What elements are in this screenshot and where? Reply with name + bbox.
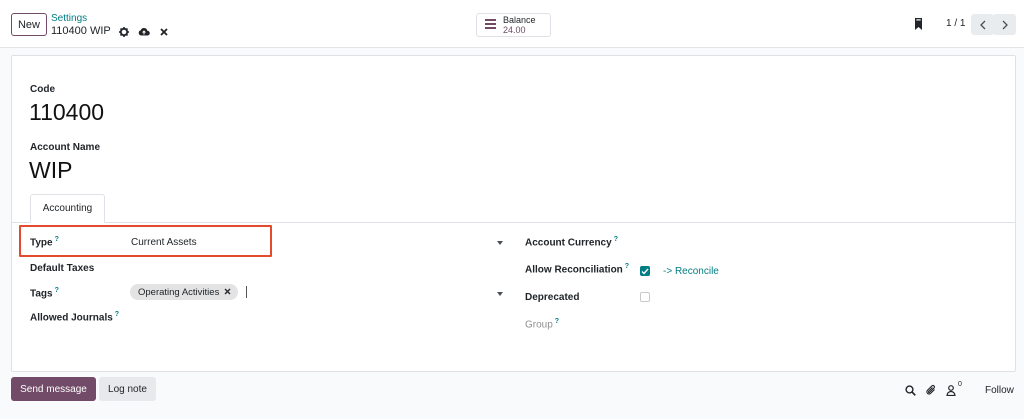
- balance-stat-button[interactable]: Balance 24.00: [476, 13, 551, 37]
- account-name-label: Account Name: [30, 142, 101, 153]
- reconcile-help-icon[interactable]: ?: [625, 263, 629, 270]
- discard-icon[interactable]: [157, 25, 171, 38]
- chevron-left-icon: [979, 20, 985, 29]
- stat-value: 24.00: [503, 25, 526, 35]
- reconcile-link[interactable]: -> Reconcile: [663, 266, 719, 277]
- deprecated-checkbox[interactable]: [640, 292, 650, 302]
- search-messages-icon[interactable]: [903, 383, 917, 397]
- log-note-button[interactable]: Log note: [99, 377, 156, 401]
- breadcrumb-settings[interactable]: Settings: [51, 13, 87, 25]
- chevron-right-icon: [1002, 20, 1008, 29]
- allowed-journals-label: Allowed Journals?: [30, 311, 120, 324]
- tag-remove-icon[interactable]: [224, 287, 231, 298]
- group-help-icon[interactable]: ?: [555, 318, 559, 325]
- type-dropdown-caret-icon[interactable]: [497, 241, 503, 245]
- tag-operating-activities: Operating Activities: [130, 284, 239, 300]
- tags-help-icon[interactable]: ?: [55, 287, 59, 294]
- followers-icon[interactable]: [944, 383, 958, 397]
- bars-icon: [485, 18, 496, 32]
- tab-accounting[interactable]: Accounting: [30, 194, 105, 223]
- checkmark-icon: [641, 268, 649, 275]
- currency-help-icon[interactable]: ?: [614, 236, 618, 243]
- form-sheet: [11, 55, 1016, 372]
- follow-button[interactable]: Follow: [985, 385, 1014, 396]
- tags-dropdown-caret-icon[interactable]: [497, 292, 503, 296]
- allow-reconciliation-label: Allow Reconciliation?: [525, 263, 630, 276]
- bookmark-icon[interactable]: [914, 18, 923, 33]
- breadcrumb-current: 110400 WIP: [51, 25, 171, 38]
- default-taxes-label: Default Taxes: [30, 263, 95, 274]
- follower-count: 0: [958, 381, 962, 388]
- paperclip-icon[interactable]: [924, 383, 938, 397]
- journals-help-icon[interactable]: ?: [115, 311, 119, 318]
- tags-label: Tags?: [30, 287, 59, 300]
- record-name: 110400 WIP: [51, 25, 111, 37]
- account-currency-label: Account Currency?: [525, 236, 618, 249]
- gear-icon[interactable]: [117, 25, 131, 38]
- send-message-button[interactable]: Send message: [11, 377, 96, 401]
- tab-divider: [12, 222, 1015, 223]
- code-label: Code: [30, 84, 55, 95]
- code-value[interactable]: 110400: [29, 99, 104, 125]
- tag-label: Operating Activities: [138, 286, 220, 298]
- new-button[interactable]: New: [11, 13, 47, 36]
- allow-reconciliation-checkbox[interactable]: [640, 266, 650, 276]
- pager-next-button[interactable]: [993, 14, 1016, 35]
- control-panel: New Settings 110400 WIP Balance 24.00 1 …: [0, 0, 1024, 48]
- group-label: Group?: [525, 318, 560, 331]
- account-name-value[interactable]: WIP: [29, 157, 72, 183]
- pager-value[interactable]: 1 / 1: [946, 18, 965, 29]
- tags-input[interactable]: [246, 286, 247, 298]
- stat-text: Balance 24.00: [503, 15, 536, 35]
- type-field-highlight: [19, 225, 272, 257]
- deprecated-label: Deprecated: [525, 292, 580, 303]
- stat-label: Balance: [503, 15, 536, 25]
- pager-previous-button[interactable]: [971, 14, 994, 35]
- cloud-upload-icon[interactable]: [137, 25, 151, 38]
